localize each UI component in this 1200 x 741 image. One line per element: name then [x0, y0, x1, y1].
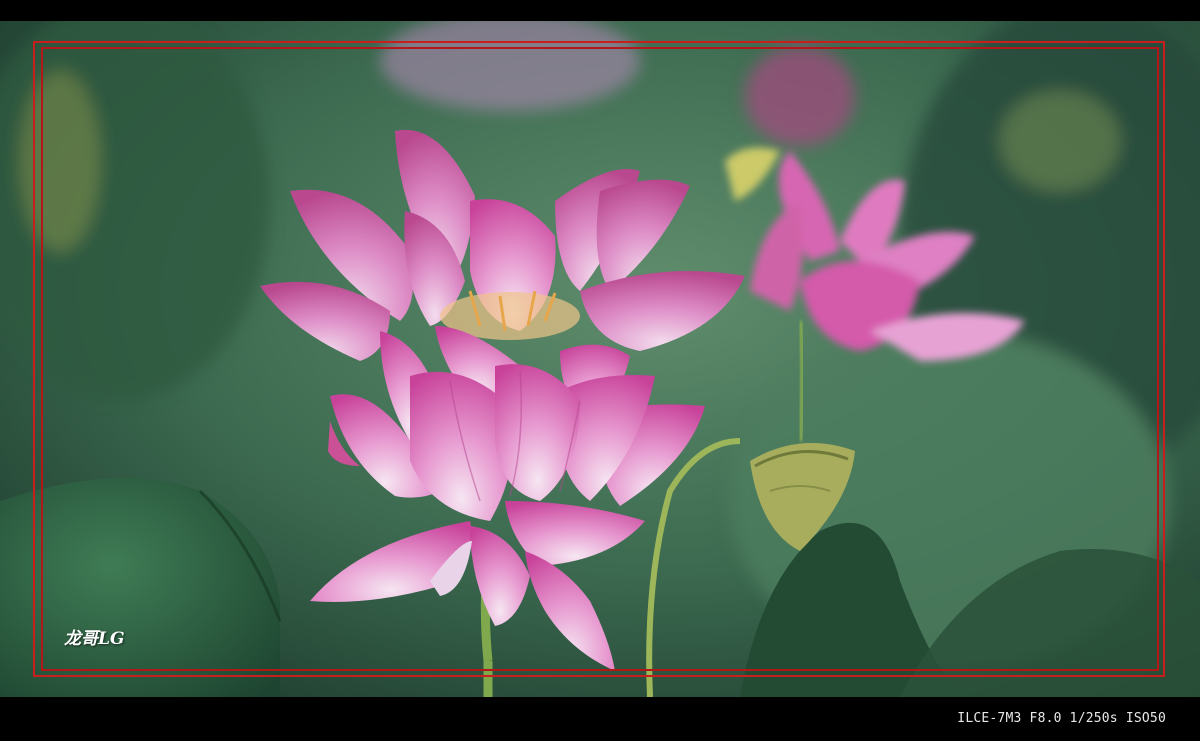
photographer-watermark: 龙哥LG — [64, 629, 125, 649]
photo-frame: 龙哥LG ILCE-7M3 F8.0 1/250s ISO50 — [0, 0, 1200, 741]
red-frame-inner — [41, 47, 1159, 671]
exif-caption: ILCE-7M3 F8.0 1/250s ISO50 — [957, 711, 1166, 726]
